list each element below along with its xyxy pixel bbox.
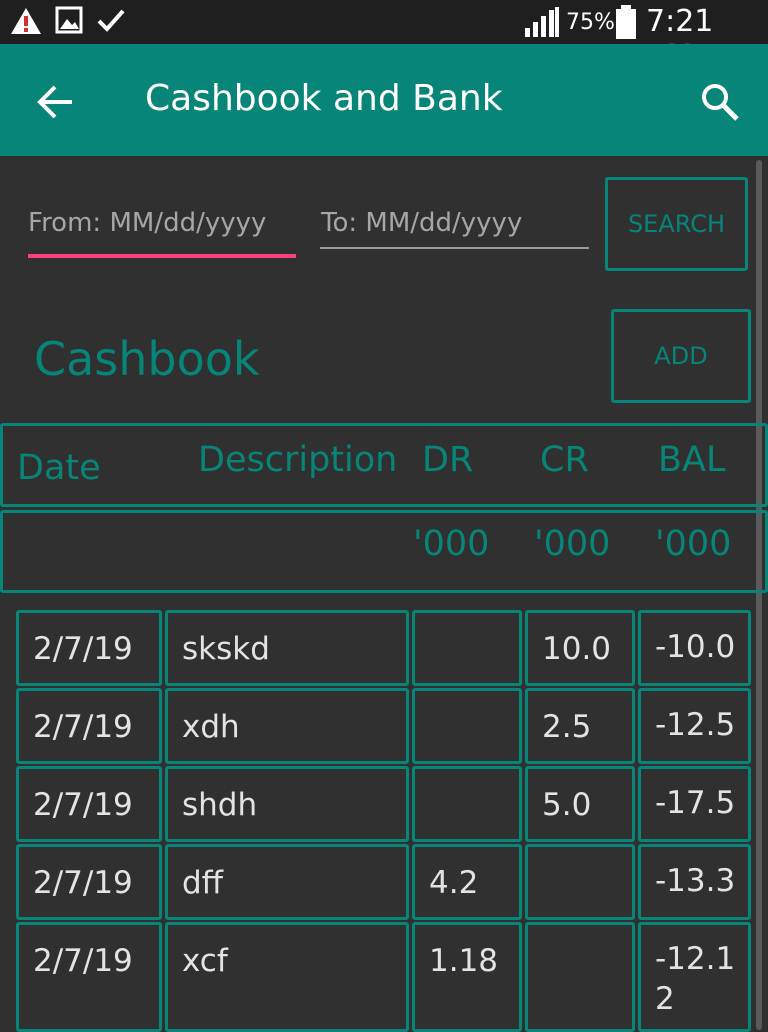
cell-cr: 5.0 <box>525 766 635 842</box>
cell-dr <box>412 688 522 764</box>
cell-dr <box>412 610 522 686</box>
cell-date: 2/7/19 <box>16 844 162 920</box>
scrollbar[interactable] <box>756 160 762 1030</box>
warning-icon <box>11 8 41 34</box>
cell-description: shdh <box>165 766 409 842</box>
header-date: Date <box>17 448 101 488</box>
cell-description: dff <box>165 844 409 920</box>
cell-bal: -10.0 <box>638 610 751 686</box>
signal-icon <box>525 7 559 37</box>
cell-date: 2/7/19 <box>16 610 162 686</box>
cell-bal: -12.5 <box>638 688 751 764</box>
page-title: Cashbook and Bank <box>145 78 503 119</box>
search-icon[interactable] <box>700 82 740 122</box>
header-bal: BAL <box>658 440 726 480</box>
header-cr: CR <box>540 440 589 480</box>
arrow-left-icon[interactable] <box>36 84 76 120</box>
cell-bal: -12.12 <box>638 922 751 1032</box>
cell-dr <box>412 766 522 842</box>
cell-cr: 10.0 <box>525 610 635 686</box>
from-date-input[interactable]: From: MM/dd/yyyy <box>28 208 266 238</box>
add-button[interactable]: ADD <box>611 309 751 403</box>
units-bal: '000 <box>655 524 732 564</box>
status-bar: 75% 7:21 AM <box>0 0 768 74</box>
to-date-input[interactable]: To: MM/dd/yyyy <box>321 208 522 238</box>
cell-description: skskd <box>165 610 409 686</box>
cell-description: xcf <box>165 922 409 1032</box>
table-units-header <box>0 510 768 593</box>
units-dr: '000 <box>413 524 490 564</box>
check-icon <box>97 9 125 32</box>
cell-bal: -17.5 <box>638 766 751 842</box>
cell-cr <box>525 922 635 1032</box>
battery-icon <box>616 5 636 39</box>
cell-cr <box>525 844 635 920</box>
cell-dr: 4.2 <box>412 844 522 920</box>
cell-bal: -13.3 <box>638 844 751 920</box>
header-description: Description <box>198 440 398 480</box>
cell-dr: 1.18 <box>412 922 522 1032</box>
battery-percent: 75% <box>566 10 615 35</box>
header-dr: DR <box>422 440 474 480</box>
cell-cr: 2.5 <box>525 688 635 764</box>
search-button[interactable]: SEARCH <box>605 177 748 271</box>
cell-date: 2/7/19 <box>16 922 162 1032</box>
cell-date: 2/7/19 <box>16 766 162 842</box>
units-cr: '000 <box>534 524 611 564</box>
cell-date: 2/7/19 <box>16 688 162 764</box>
image-icon <box>55 6 83 34</box>
section-title: Cashbook <box>34 332 260 386</box>
cell-description: xdh <box>165 688 409 764</box>
from-date-underline <box>28 254 296 258</box>
app-bar: Cashbook and Bank <box>0 44 768 156</box>
to-date-underline <box>320 247 589 249</box>
